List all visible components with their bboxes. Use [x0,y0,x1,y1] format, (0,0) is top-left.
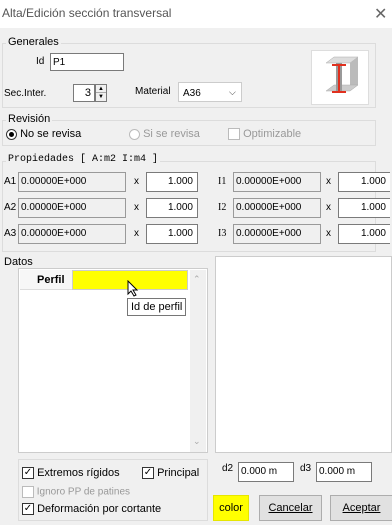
datos-scrollbar[interactable]: ⌃ ⌄ [190,270,206,452]
material-label: Material [135,86,171,97]
generales-label: Generales [6,36,61,48]
radio-label-si-se-revisa: Si se revisa [143,128,200,140]
i1-factor-input[interactable]: 1.000 [338,172,390,192]
chevron-down-icon: ⌵ [229,87,236,97]
spin-up-icon[interactable]: ▲ [96,85,106,93]
i3-value: 0.00000E+000 [233,224,321,244]
deformacion-label: Deformación por cortante [37,503,162,515]
optimizable-label: Optimizable [243,128,302,140]
radio-label-no-se-revisa: No se revisa [20,128,82,140]
cancel-label: Cancelar [268,502,313,514]
section-icon-box [311,50,369,105]
ignoro-pp-label: Ignoro PP de patines [36,486,130,498]
sec-inter-label: Sec.Inter. [4,88,47,99]
radio-unselected-icon[interactable] [129,128,140,140]
sec-inter-input[interactable]: 3 [73,84,95,102]
principal-label: Principal [157,467,200,479]
extremos-rigidos-label: Extremos rígidos [37,467,120,479]
a3-x-label: x [134,228,139,239]
i2-value: 0.00000E+000 [233,198,321,218]
sec-inter-spinner[interactable]: ▲ ▼ [95,84,107,102]
i2-label: I2 [218,202,227,213]
deformacion-checkbox[interactable]: ✓ Deformación por cortante [22,503,162,516]
spin-down-icon[interactable]: ▼ [96,93,106,101]
mouse-pointer-icon [127,280,139,297]
check-icon[interactable]: ✓ [22,467,34,480]
id-input[interactable]: P1 [50,53,124,71]
window-title: Alta/Edición sección transversal [2,6,172,20]
perfil-label: Perfil [37,274,65,286]
radio-si-se-revisa[interactable]: Si se revisa [129,128,200,140]
datos-grid[interactable] [18,268,208,453]
revision-label: Revisión [6,113,53,125]
d3-input[interactable]: 0.000 m [316,462,372,482]
d3-label: d3 [300,463,312,474]
perfil-header: Perfil [20,270,72,290]
cancel-button[interactable]: Cancelar [259,495,322,521]
i2-x-label: x [326,202,331,213]
ignoro-pp-checkbox[interactable]: Ignoro PP de patines [22,486,130,498]
check-icon[interactable]: ✓ [22,503,34,516]
i1-value: 0.00000E+000 [233,172,321,192]
a1-x-label: x [134,176,139,187]
accept-label: Aceptar [342,502,381,514]
accept-button[interactable]: Aceptar [330,495,392,521]
radio-no-se-revisa[interactable]: No se revisa [6,128,81,140]
i3-factor-input[interactable]: 1.000 [338,224,390,244]
d2-label: d2 [222,463,234,474]
material-select[interactable]: A36 ⌵ [178,82,242,102]
a3-factor-input[interactable]: 1.000 [146,224,198,244]
i-beam-section-icon [325,56,359,93]
scroll-up-icon[interactable]: ⌃ [193,274,201,285]
a2-factor-input[interactable]: 1.000 [146,198,198,218]
i1-x-label: x [326,176,331,187]
radio-selected-icon[interactable] [6,128,17,140]
principal-checkbox[interactable]: ✓ Principal [142,467,200,480]
a2-label: A2 [4,202,17,213]
d2-input[interactable]: 0.000 m [238,462,294,482]
close-icon[interactable]: ✕ [374,4,387,24]
id-label: Id [36,56,45,67]
check-icon[interactable]: ✓ [142,467,154,480]
i3-label: I3 [218,228,227,239]
checkbox-icon[interactable] [228,128,240,141]
material-value: A36 [183,88,201,99]
scroll-down-icon[interactable]: ⌄ [193,436,201,447]
i1-label: I1 [218,176,227,187]
a3-value: 0.00000E+000 [18,224,126,244]
optimizable-checkbox[interactable]: Optimizable [228,128,302,141]
a1-label: A1 [4,176,17,187]
i2-factor-input[interactable]: 1.000 [338,198,390,218]
section-preview-panel [215,256,392,453]
perfil-tooltip: Id de perfil [127,298,187,316]
datos-label: Datos [4,256,33,268]
a2-value: 0.00000E+000 [18,198,126,218]
extremos-rigidos-checkbox[interactable]: ✓ Extremos rígidos [22,467,120,480]
a1-factor-input[interactable]: 1.000 [146,172,198,192]
propiedades-label: Propiedades [ A:m2 I:m4 ] [6,154,161,165]
color-button[interactable]: color [213,495,249,521]
a1-value: 0.00000E+000 [18,172,126,192]
checkbox-icon[interactable] [22,486,34,498]
a2-x-label: x [134,202,139,213]
a3-label: A3 [4,228,17,239]
i3-x-label: x [326,228,331,239]
